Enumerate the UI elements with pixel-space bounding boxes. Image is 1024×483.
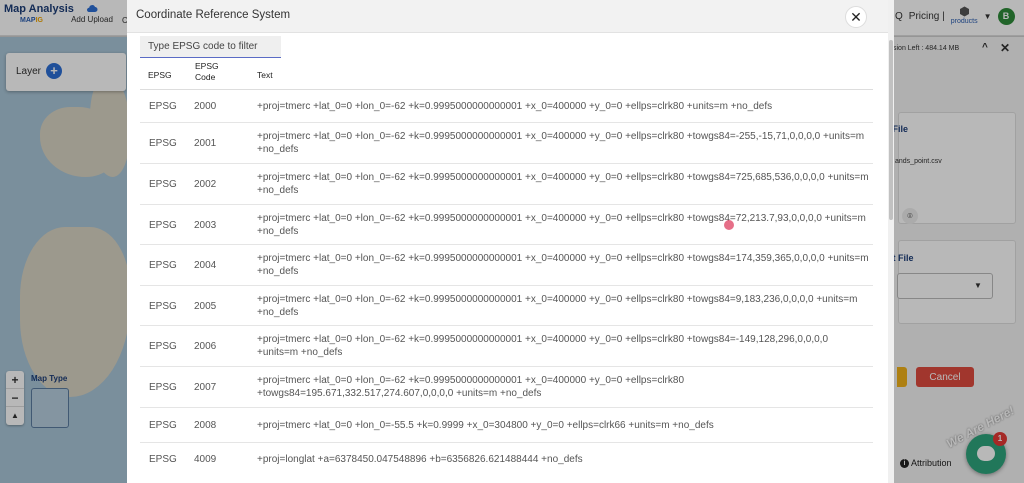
table-header: EPSG EPSG Code Text (140, 60, 873, 90)
row-auth: EPSG (149, 138, 177, 149)
modal-scrollbar[interactable] (888, 0, 894, 483)
column-header-epsg-code: EPSG Code (195, 61, 219, 82)
row-auth: EPSG (149, 382, 177, 393)
row-proj-text: +proj=tmerc +lat_0=0 +lon_0=-62 +k=0.999… (257, 172, 869, 196)
row-auth: EPSG (149, 220, 177, 231)
row-auth: EPSG (149, 179, 177, 190)
row-auth: EPSG (149, 301, 177, 312)
row-code: 2000 (194, 101, 217, 112)
row-code: 4009 (194, 454, 217, 465)
row-proj-text: +proj=tmerc +lat_0=0 +lon_0=-62 +k=0.999… (257, 375, 685, 399)
row-proj-text: +proj=tmerc +lat_0=0 +lon_0=-62 +k=0.999… (257, 131, 865, 155)
row-proj-text: +proj=tmerc +lat_0=0 +lon_0=-62 +k=0.999… (257, 213, 866, 237)
mouse-cursor-indicator (724, 220, 734, 230)
table-row[interactable]: EPSG 2006 +proj=tmerc +lat_0=0 +lon_0=-6… (140, 326, 873, 367)
table-row[interactable]: EPSG 2004 +proj=tmerc +lat_0=0 +lon_0=-6… (140, 245, 873, 286)
row-code: 2002 (194, 179, 217, 190)
row-proj-text: +proj=longlat +a=6378450.047548896 +b=63… (257, 454, 583, 465)
column-header-epsg: EPSG (148, 70, 172, 80)
modal-header: Coordinate Reference System ✕ (127, 0, 894, 33)
table-row[interactable]: EPSG 2003 +proj=tmerc +lat_0=0 +lon_0=-6… (140, 205, 873, 245)
row-code: 2008 (194, 420, 217, 431)
table-row[interactable]: EPSG 2000 +proj=tmerc +lat_0=0 +lon_0=-6… (140, 90, 873, 123)
row-auth: EPSG (149, 260, 177, 271)
row-proj-text: +proj=tmerc +lat_0=0 +lon_0=-62 +k=0.999… (257, 294, 858, 318)
row-proj-text: +proj=tmerc +lat_0=0 +lon_0=-62 +k=0.999… (257, 253, 869, 277)
table-row[interactable]: EPSG 2007 +proj=tmerc +lat_0=0 +lon_0=-6… (140, 367, 873, 408)
epsg-filter-wrap (140, 36, 281, 58)
row-code: 2006 (194, 341, 217, 352)
row-code: 2003 (194, 220, 217, 231)
table-row[interactable]: EPSG 2002 +proj=tmerc +lat_0=0 +lon_0=-6… (140, 164, 873, 205)
crs-modal: Coordinate Reference System ✕ EPSG EPSG … (127, 0, 894, 483)
table-row[interactable]: EPSG 2008 +proj=tmerc +lat_0=0 +lon_0=-5… (140, 408, 873, 443)
modal-title: Coordinate Reference System (136, 9, 291, 21)
close-button[interactable]: ✕ (845, 6, 867, 28)
row-code: 2001 (194, 138, 217, 149)
table-row[interactable]: EPSG 2005 +proj=tmerc +lat_0=0 +lon_0=-6… (140, 286, 873, 326)
row-proj-text: +proj=tmerc +lat_0=0 +lon_0=-62 +k=0.999… (257, 334, 829, 358)
row-auth: EPSG (149, 101, 177, 112)
column-header-text: Text (257, 70, 273, 80)
row-code: 2005 (194, 301, 217, 312)
row-proj-text: +proj=tmerc +lat_0=0 +lon_0=-55.5 +k=0.9… (257, 420, 714, 431)
row-auth: EPSG (149, 341, 177, 352)
table-row[interactable]: EPSG 2001 +proj=tmerc +lat_0=0 +lon_0=-6… (140, 123, 873, 164)
epsg-filter-input[interactable] (140, 36, 281, 57)
row-code: 2004 (194, 260, 217, 271)
table-row[interactable]: EPSG 4009 +proj=longlat +a=6378450.04754… (140, 443, 873, 479)
row-proj-text: +proj=tmerc +lat_0=0 +lon_0=-62 +k=0.999… (257, 101, 773, 112)
row-auth: EPSG (149, 454, 177, 465)
scrollbar-thumb[interactable] (889, 40, 893, 220)
row-code: 2007 (194, 382, 217, 393)
row-auth: EPSG (149, 420, 177, 431)
